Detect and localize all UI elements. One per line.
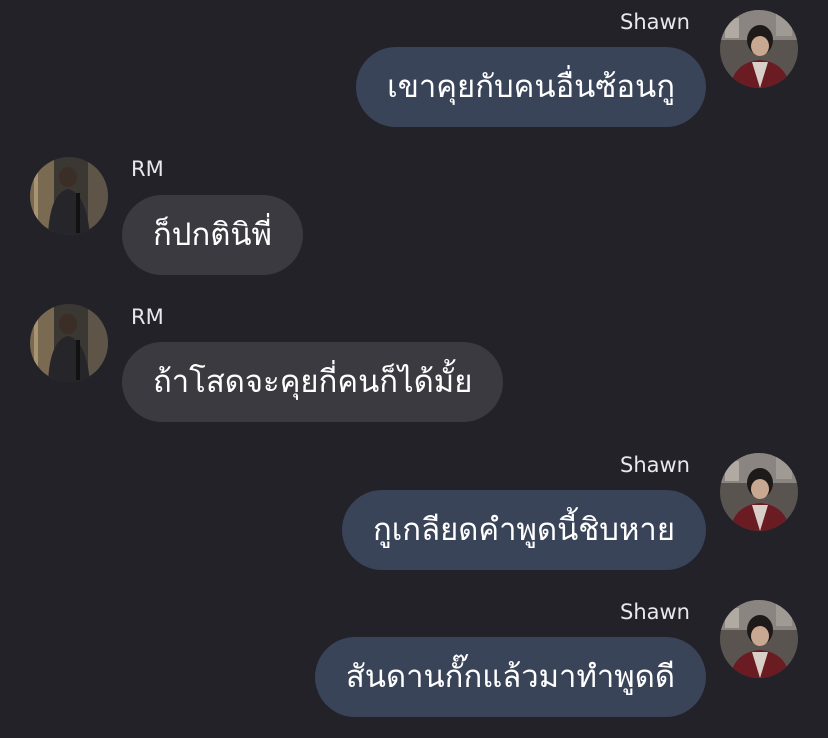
message-bubble[interactable]: เขาคุยกับคนอื่นซ้อนกู — [356, 47, 706, 127]
message-bubble[interactable]: ก็ปกตินิพี่ — [122, 195, 303, 275]
sender-name: RM — [131, 157, 164, 181]
sender-name: RM — [131, 305, 164, 329]
message-bubble[interactable]: สันดานกั๊กแล้วมาทำพูดดี — [314, 637, 706, 717]
avatar[interactable] — [720, 453, 798, 531]
avatar[interactable] — [720, 600, 798, 678]
avatar[interactable] — [720, 10, 798, 88]
sender-name: Shawn — [620, 10, 690, 34]
sender-name: Shawn — [620, 600, 690, 624]
avatar[interactable] — [30, 157, 108, 235]
message-bubble[interactable]: ถ้าโสดจะคุยกี่คนก็ได้มั้ย — [122, 342, 504, 422]
avatar[interactable] — [30, 304, 108, 382]
message-bubble[interactable]: กูเกลียดคำพูดนี้ชิบหาย — [341, 490, 706, 570]
sender-name: Shawn — [620, 453, 690, 477]
chat-thread: Shawn เขาคุยกับคนอื่นซ้อนกู RM ก็ปกตินิพ… — [0, 0, 828, 738]
